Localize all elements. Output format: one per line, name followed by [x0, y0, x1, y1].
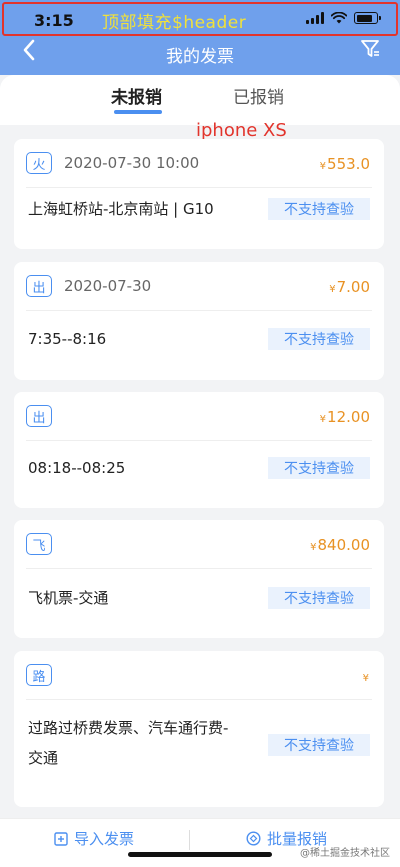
home-indicator[interactable]: [128, 852, 272, 857]
invoice-card[interactable]: 火 2020-07-30 10:00 ¥553.0 上海虹桥站-北京南站 | G…: [14, 139, 384, 249]
description-line: 交通: [28, 749, 59, 767]
import-invoice-button[interactable]: 导入发票: [54, 828, 134, 849]
invoice-type-tag: 路: [26, 664, 52, 686]
verify-button[interactable]: 不支持查验: [268, 198, 370, 220]
invoice-type-tag: 出: [26, 405, 52, 427]
amount-value: 840.00: [317, 536, 371, 554]
description-line: 过路过桥费发票、汽车通行费-: [28, 719, 229, 737]
invoice-amount: ¥12.00: [320, 408, 370, 426]
tab-unreimbursed[interactable]: 未报销: [111, 83, 162, 108]
card-divider: [26, 187, 372, 188]
header-annotation: 顶部填充$header: [102, 13, 247, 33]
tab-bar: 未报销 已报销: [0, 75, 400, 125]
verify-button[interactable]: 不支持查验: [268, 587, 370, 609]
currency-symbol: ¥: [310, 542, 317, 553]
battery-icon: [354, 12, 381, 24]
invoice-amount: ¥840.00: [310, 536, 370, 554]
invoice-card[interactable]: 出 2020-07-30 ¥7.00 7:35--8:16 不支持查验: [14, 262, 384, 380]
card-divider: [26, 440, 372, 441]
invoice-amount: ¥553.0: [320, 155, 370, 173]
active-tab-indicator: [114, 110, 162, 114]
watermark: @稀土掘金技术社区: [300, 848, 390, 859]
page-title: 我的发票: [166, 47, 234, 67]
status-bar: 3:15 顶部填充$header: [2, 2, 398, 36]
currency-symbol: ¥: [329, 284, 336, 295]
verify-button[interactable]: 不支持查验: [268, 457, 370, 479]
invoice-description: 过路过桥费发票、汽车通行费- 交通: [28, 713, 228, 773]
add-square-icon: [54, 831, 68, 846]
card-divider: [26, 310, 372, 311]
invoice-type-tag: 出: [26, 275, 52, 297]
invoice-type-tag: 火: [26, 152, 52, 174]
amount-value: 7.00: [336, 278, 370, 296]
nav-bar: 我的发票: [0, 38, 400, 68]
currency-symbol: ¥: [362, 673, 369, 684]
invoice-date: 2020-07-30 10:00: [64, 154, 200, 172]
invoice-card[interactable]: 路 ¥ 过路过桥费发票、汽车通行费- 交通 不支持查验: [14, 651, 384, 807]
amount-value: 12.00: [327, 408, 370, 426]
device-annotation: iphone XS: [196, 120, 287, 141]
currency-symbol: ¥: [319, 161, 327, 172]
batch-icon: [246, 831, 261, 846]
card-divider: [26, 568, 372, 569]
card-divider: [26, 699, 372, 700]
wifi-icon: [331, 12, 347, 24]
bottom-action-bar: 导入发票 批量报销: [0, 818, 400, 867]
cellular-signal-icon: [306, 12, 324, 24]
invoice-description: 08:18--08:25: [28, 459, 126, 477]
verify-button[interactable]: 不支持查验: [268, 328, 370, 350]
system-icons: [306, 12, 381, 24]
invoice-date: 2020-07-30: [64, 277, 152, 295]
top-header: 3:15 顶部填充$header 我的发票: [0, 0, 400, 75]
filter-icon[interactable]: [360, 38, 380, 60]
amount-value: 553.0: [327, 155, 370, 173]
verify-button[interactable]: 不支持查验: [268, 734, 370, 756]
invoice-description: 飞机票-交通: [28, 589, 109, 607]
bottom-divider: [189, 830, 190, 850]
import-invoice-label: 导入发票: [74, 830, 135, 848]
status-time: 3:15: [34, 11, 74, 30]
invoice-amount: ¥: [363, 667, 370, 685]
invoice-amount: ¥7.00: [329, 278, 370, 296]
currency-symbol: ¥: [319, 414, 327, 425]
tab-reimbursed[interactable]: 已报销: [233, 83, 284, 108]
invoice-description: 7:35--8:16: [28, 330, 107, 348]
invoice-card[interactable]: 飞 ¥840.00 飞机票-交通 不支持查验: [14, 520, 384, 638]
invoice-card[interactable]: 出 ¥12.00 08:18--08:25 不支持查验: [14, 392, 384, 508]
invoice-type-tag: 飞: [26, 533, 52, 555]
invoice-description: 上海虹桥站-北京南站 | G10: [28, 200, 214, 218]
